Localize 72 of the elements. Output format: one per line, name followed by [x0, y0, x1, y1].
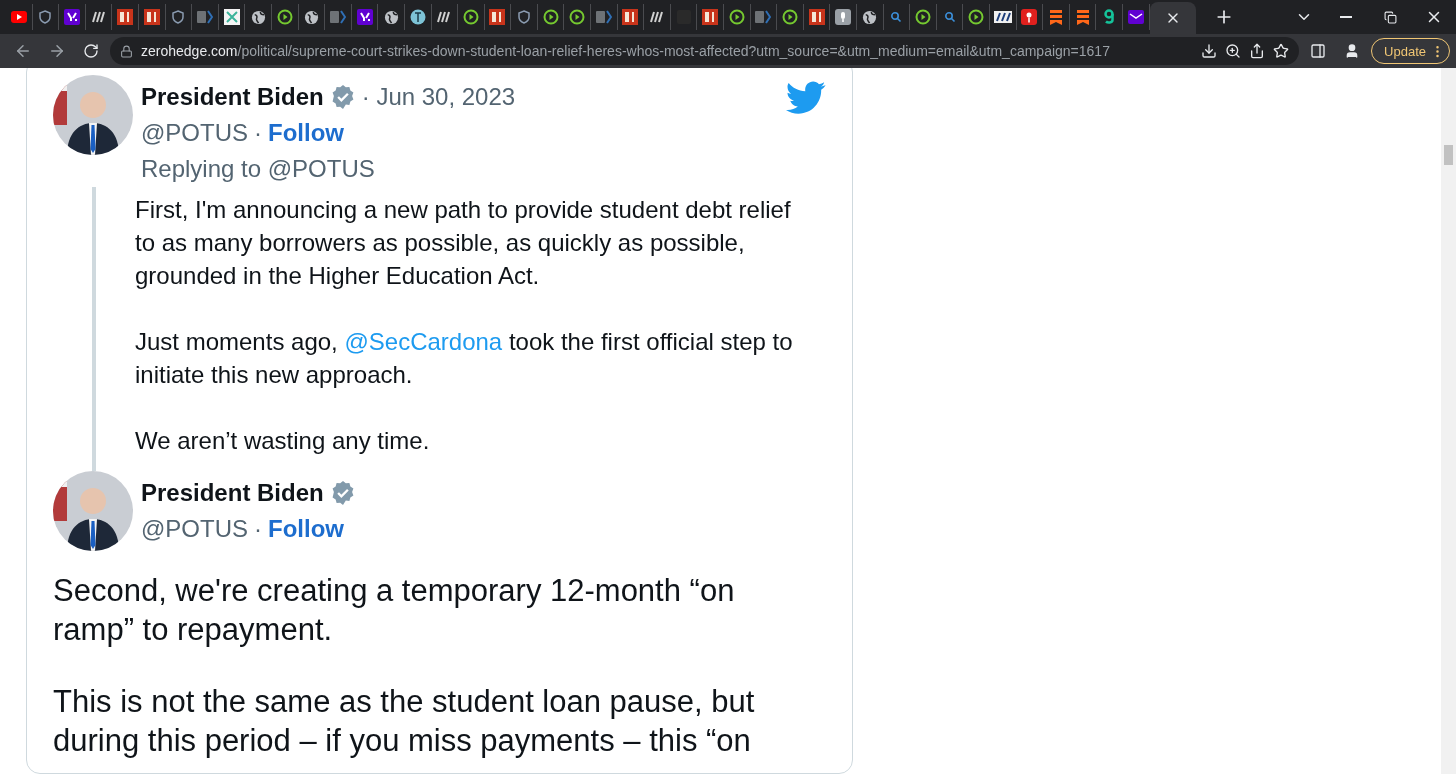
separator-dot: ·: [254, 514, 263, 544]
chevron-icon: [755, 10, 772, 24]
side-panel-icon: [1310, 43, 1327, 59]
author-name: President Biden: [141, 478, 324, 508]
follow-link[interactable]: Follow: [268, 511, 345, 547]
author-handle: @POTUS: [141, 118, 249, 148]
square-icon: [702, 9, 719, 25]
stripes-icon: [649, 11, 666, 23]
tweet-text: This is not the same as the student loan pause, but during this period – if you miss payments – this “on: [53, 683, 756, 760]
follow-link[interactable]: Follow: [268, 115, 345, 151]
author-name: President Biden: [141, 82, 324, 112]
shield-icon: [517, 10, 532, 24]
install-icon: [1201, 43, 1218, 59]
square-icon: [808, 9, 825, 25]
shield-icon: [171, 10, 186, 24]
stripes-icon: [90, 11, 107, 23]
play-icon: [569, 9, 586, 25]
envelope-icon: [1127, 10, 1144, 24]
hook-icon: [1103, 9, 1116, 25]
chevron-icon: [329, 10, 346, 24]
separator-dot: ·: [254, 118, 263, 148]
author-handle: @POTUS: [141, 514, 249, 544]
globe-icon: [250, 9, 266, 25]
play-icon: [915, 9, 931, 25]
bookmark-icon: [1075, 9, 1090, 25]
play-icon: [462, 9, 479, 25]
play-icon: [782, 9, 798, 25]
shield-icon: [38, 10, 53, 24]
chevron-icon: [196, 10, 213, 24]
circle-icon: [409, 9, 426, 25]
square-icon: [64, 9, 80, 25]
reload-icon: [83, 43, 99, 59]
globe-icon: [862, 9, 878, 25]
bookmark-icon: [1048, 9, 1063, 25]
globe-icon: [383, 9, 399, 25]
grid-icon: [223, 9, 240, 25]
tweet-text: Just moments ago, @SecCardona took the first official step to initiate this new approach.: [135, 327, 794, 390]
stripes-icon: [436, 11, 453, 23]
search-icon: [890, 11, 903, 23]
tweet-text: First, I'm announcing a new path to provide student debt relief to as many borrowers as possible, as quickly as possible, grounded in the Higher Education Act.: [135, 195, 792, 291]
tweet-text: Second, we're creating a temporary 12-month “on ramp” to repayment.: [53, 572, 736, 649]
search-icon: [943, 11, 956, 23]
replying-to: Replying to @POTUS: [141, 154, 375, 184]
zoom-icon: [1225, 43, 1242, 59]
chevron-icon: [595, 10, 612, 24]
play-icon: [728, 9, 745, 25]
play-icon: [276, 9, 293, 25]
lock-icon: [120, 44, 133, 58]
play-icon: [968, 9, 985, 25]
microphone-icon: [835, 9, 852, 25]
video-icon: [10, 11, 27, 23]
stripes-icon: [993, 11, 1012, 23]
mention-link[interactable]: @SecCardona: [344, 328, 503, 355]
address-bar[interactable]: zerohedge.com/political/supreme-court-strikes-down-student-loan-relief-heres-whos-most-affected?utm_source=&utm_medium=email&utm_campaign=1617: [110, 37, 1300, 65]
pin-icon: [1021, 9, 1038, 25]
square-icon: [143, 9, 160, 25]
bookmark-star-icon: [1273, 43, 1290, 59]
square-icon: [356, 9, 373, 25]
scrollbar[interactable]: [1441, 68, 1456, 774]
minimize-icon: [1340, 16, 1352, 18]
square-icon: [489, 9, 506, 25]
restore-icon: [1383, 10, 1397, 24]
play-icon: [542, 9, 559, 25]
globe-icon: [303, 9, 319, 25]
share-icon: [1249, 43, 1266, 59]
tweet-date: · Jun 30, 2023: [361, 82, 516, 112]
forward-arrow-icon: [48, 42, 66, 60]
square-icon: [622, 9, 639, 25]
bird-icon: [786, 81, 826, 115]
tweet-text: We aren’t wasting any time.: [135, 426, 431, 456]
scrollbar-thumb[interactable]: [1444, 145, 1453, 165]
square-icon: [117, 9, 134, 25]
